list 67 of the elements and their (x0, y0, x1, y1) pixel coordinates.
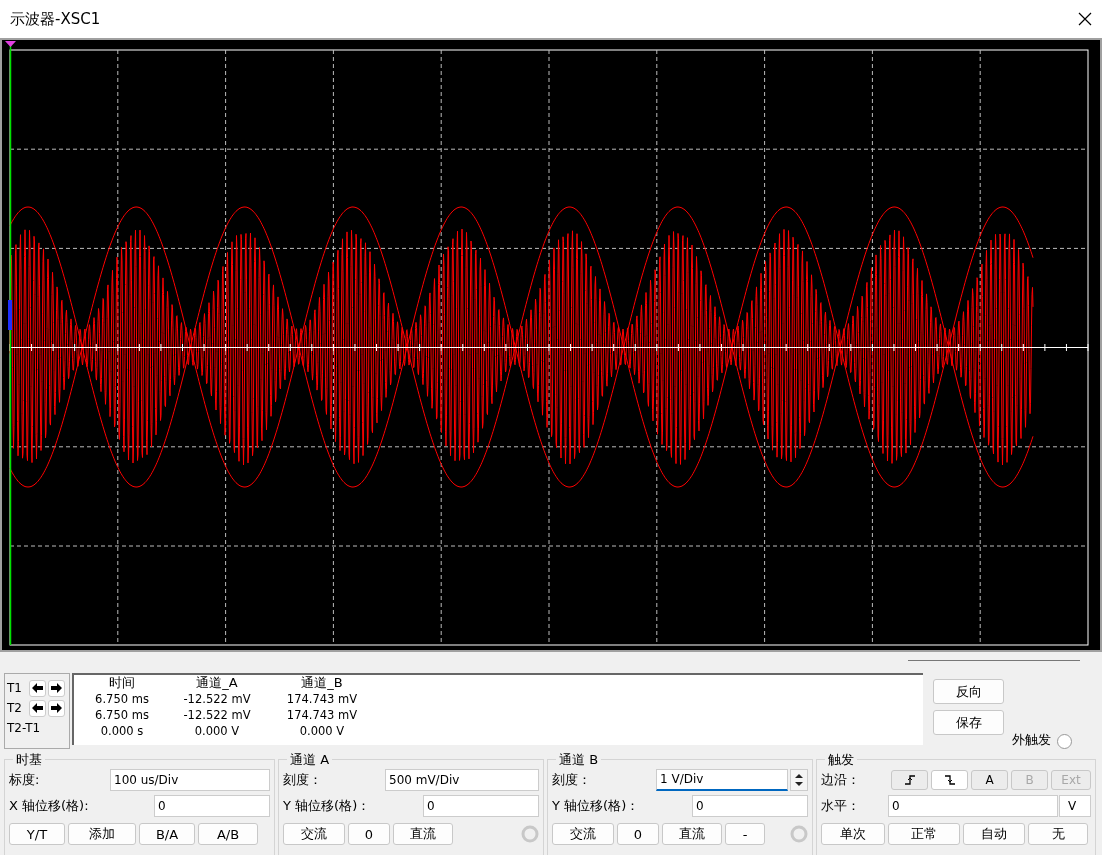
window-title: 示波器-XSC1 (10, 9, 101, 29)
close-icon[interactable] (1078, 12, 1092, 26)
cursor-label: T2-T1 (7, 720, 42, 737)
ext-trigger-label: 外触发 (1012, 731, 1051, 749)
column-header: 通道_A (195, 675, 239, 691)
scale-field[interactable]: 500 mV/Div (385, 768, 539, 791)
field-label: 边沿： (821, 770, 860, 789)
offset-field[interactable]: 0 (154, 794, 270, 817)
mode-button[interactable]: 无 (1028, 823, 1088, 845)
right-arrow-button[interactable] (48, 699, 65, 717)
field-label: 标度: (9, 770, 40, 789)
readout-value: 0.000 s (99, 723, 145, 739)
action-button[interactable]: 保存 (933, 710, 1004, 735)
mode-button[interactable]: 单次 (821, 823, 885, 845)
group-title: 触发 (825, 751, 857, 769)
field-label: X 轴位移(格): (9, 796, 89, 815)
field-label: 水平： (821, 796, 860, 815)
column-header: 通道_B (300, 675, 344, 691)
terminal-icon (521, 825, 539, 843)
coupling-button[interactable]: 交流 (552, 823, 614, 845)
scale-field[interactable]: 100 us/Div (110, 768, 270, 791)
coupling-button[interactable]: 直流 (393, 823, 453, 845)
field-label: Y 轴位移(格)： (283, 796, 371, 815)
channel-marker (8, 300, 12, 330)
edge-button[interactable] (891, 769, 928, 790)
right-arrow-button[interactable] (48, 679, 65, 697)
group-title: 通道 A (287, 751, 333, 769)
readout-value: 6.750 ms (94, 691, 150, 707)
source-button[interactable]: A (971, 769, 1008, 790)
group-title: 通道 B (556, 751, 602, 769)
action-button[interactable]: 反向 (933, 679, 1004, 704)
left-arrow-button[interactable] (29, 679, 46, 697)
terminal-icon (790, 825, 808, 843)
coupling-button[interactable]: 交流 (283, 823, 345, 845)
readout-value: 174.743 mV (285, 707, 359, 723)
readout-value: -12.522 mV (182, 707, 252, 723)
scale-field[interactable]: 1 V/Div (656, 768, 788, 791)
edge-button[interactable] (931, 769, 968, 790)
coupling-button[interactable]: 直流 (662, 823, 722, 845)
readout-value: 174.743 mV (285, 691, 359, 707)
mode-button[interactable]: B/A (139, 823, 195, 845)
readout-value: -12.522 mV (182, 691, 252, 707)
readout-value: 0.000 V (298, 723, 346, 739)
left-arrow-button[interactable] (29, 699, 46, 717)
mode-button[interactable]: 自动 (963, 823, 1025, 845)
mode-button[interactable]: 添加 (68, 823, 136, 845)
group-title: 时基 (13, 751, 45, 769)
mode-button[interactable]: 正常 (888, 823, 960, 845)
coupling-button[interactable]: - (725, 823, 765, 845)
level-field[interactable]: 0 (888, 794, 1058, 817)
mode-button[interactable]: Y/T (9, 823, 65, 845)
offset-field[interactable]: 0 (692, 794, 808, 817)
cursor-label: T1 (7, 680, 23, 697)
field-label: 刻度： (552, 770, 591, 789)
cursor-label: T2 (7, 700, 23, 717)
offset-field[interactable]: 0 (423, 794, 539, 817)
column-header: 时间 (108, 675, 136, 691)
field-label: Y 轴位移(格)： (552, 796, 640, 815)
spinner-button[interactable] (790, 768, 808, 791)
unit-field: V (1059, 794, 1091, 817)
coupling-button[interactable]: 0 (617, 823, 659, 845)
field-label: 刻度： (283, 770, 322, 789)
mode-button[interactable]: A/B (198, 823, 258, 845)
readout-value: 0.000 V (193, 723, 241, 739)
coupling-button[interactable]: 0 (348, 823, 390, 845)
cursor-handle-icon[interactable] (5, 41, 16, 47)
readout-value: 6.750 ms (94, 707, 150, 723)
